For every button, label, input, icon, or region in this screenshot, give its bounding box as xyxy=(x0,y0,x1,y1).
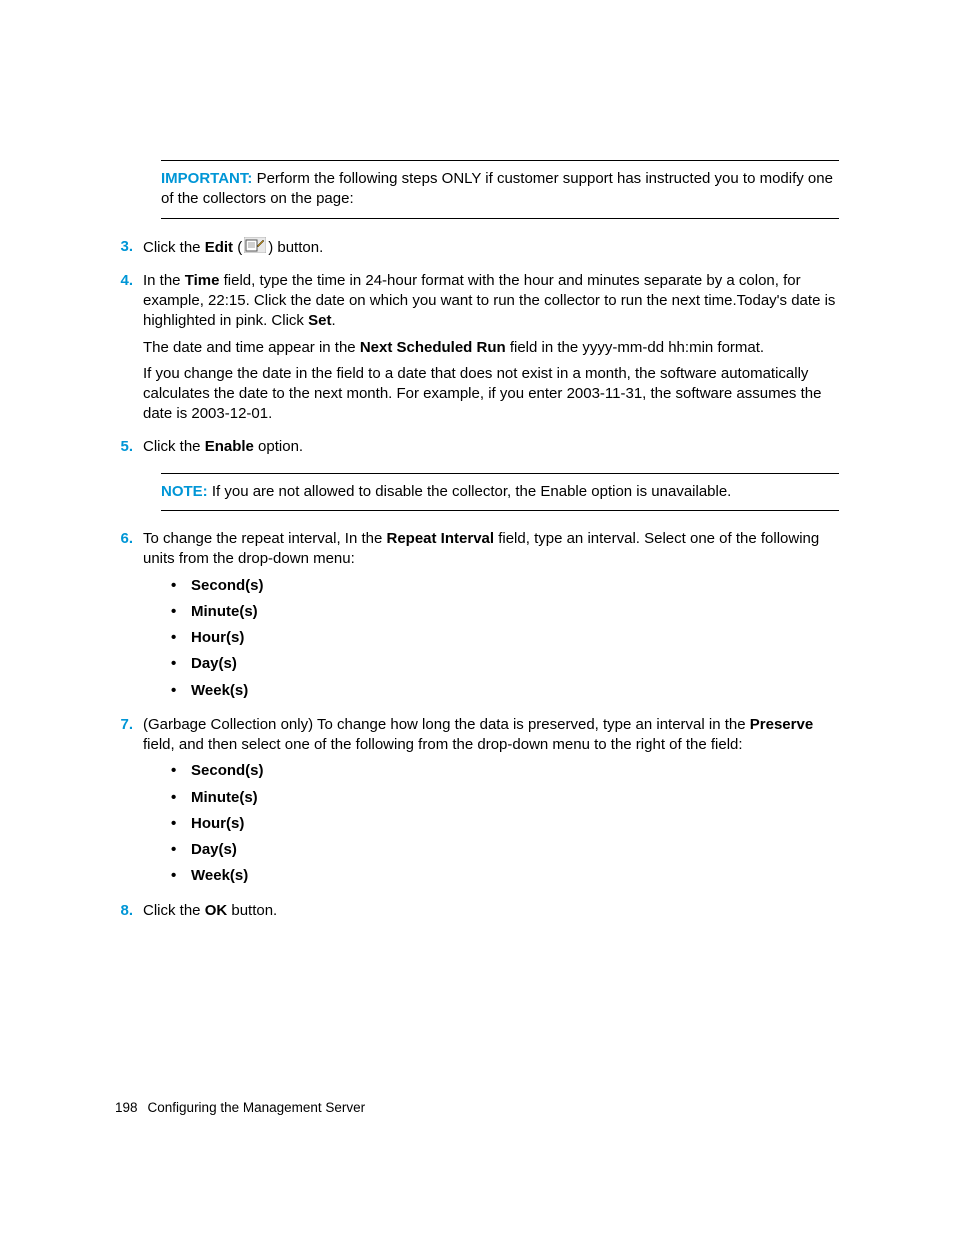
step-3-text: Click the Edit () button. xyxy=(143,237,839,259)
page-number: 198 xyxy=(115,1100,138,1115)
important-text: Perform the following steps ONLY if cust… xyxy=(161,170,833,207)
step-8-text: Click the OK button. xyxy=(143,901,839,921)
step-5: 5. Click the Enable option. xyxy=(115,437,839,463)
step-4-para-3: If you change the date in the field to a… xyxy=(143,364,839,425)
page-footer: 198 Configuring the Management Server xyxy=(115,1099,365,1117)
note-label: NOTE: xyxy=(161,483,208,500)
step-7: 7. (Garbage Collection only) To change h… xyxy=(115,715,839,895)
step-4-para-2: The date and time appear in the Next Sch… xyxy=(143,338,839,358)
step-8-number: 8. xyxy=(115,901,143,927)
step-3: 3. Click the Edit () button. xyxy=(115,237,839,265)
list-item: Day(s) xyxy=(171,654,839,674)
list-item: Minute(s) xyxy=(171,602,839,622)
step-7-text: (Garbage Collection only) To change how … xyxy=(143,715,839,756)
step-5-text: Click the Enable option. xyxy=(143,437,839,457)
important-callout: IMPORTANT: Perform the following steps O… xyxy=(161,160,839,219)
list-item: Week(s) xyxy=(171,866,839,886)
list-item: Hour(s) xyxy=(171,628,839,648)
step-4-number: 4. xyxy=(115,271,143,431)
step-8: 8. Click the OK button. xyxy=(115,901,839,927)
step-7-number: 7. xyxy=(115,715,143,895)
list-item: Second(s) xyxy=(171,761,839,781)
step-5-number: 5. xyxy=(115,437,143,463)
step-6: 6. To change the repeat interval, In the… xyxy=(115,529,839,709)
step-6-text: To change the repeat interval, In the Re… xyxy=(143,529,839,570)
step-3-number: 3. xyxy=(115,237,143,265)
footer-title: Configuring the Management Server xyxy=(148,1100,366,1115)
note-callout: NOTE: If you are not allowed to disable … xyxy=(161,473,839,511)
list-item: Week(s) xyxy=(171,681,839,701)
note-text: If you are not allowed to disable the co… xyxy=(212,483,732,500)
step-4-para-1: In the Time field, type the time in 24-h… xyxy=(143,271,839,332)
step-7-bullets: Second(s) Minute(s) Hour(s) Day(s) Week(… xyxy=(143,761,839,886)
important-label: IMPORTANT: xyxy=(161,170,252,187)
step-6-number: 6. xyxy=(115,529,143,709)
list-item: Minute(s) xyxy=(171,788,839,808)
list-item: Day(s) xyxy=(171,840,839,860)
edit-icon xyxy=(244,237,266,259)
step-4: 4. In the Time field, type the time in 2… xyxy=(115,271,839,431)
list-item: Hour(s) xyxy=(171,814,839,834)
step-6-bullets: Second(s) Minute(s) Hour(s) Day(s) Week(… xyxy=(143,576,839,701)
list-item: Second(s) xyxy=(171,576,839,596)
